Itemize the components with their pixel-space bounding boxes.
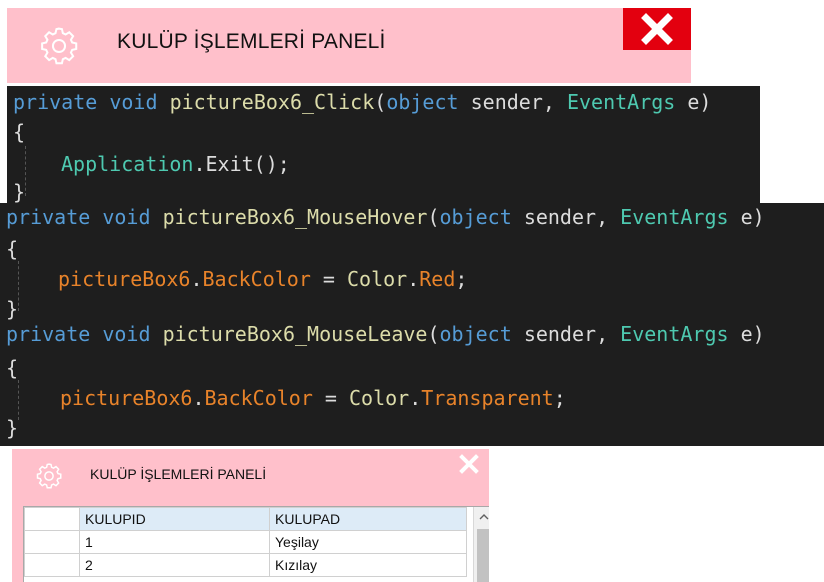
code-block-click: private void pictureBox6_Click(object se… [7,86,760,204]
code-block-mouseleave: private void pictureBox6_MouseLeave(obje… [0,320,824,446]
panel-title: KULÜP İŞLEMLERİ PANELİ [90,466,267,482]
code-signature: private void pictureBox6_MouseLeave(obje… [6,322,765,346]
close-button[interactable] [623,8,691,50]
top-panel: KULÜP İŞLEMLERİ PANELİ [7,8,691,83]
scroll-up-arrow-icon [479,514,489,520]
gear-icon [36,463,62,489]
column-header-kulupid[interactable]: KULUPID [79,507,270,531]
row-header[interactable] [24,530,80,554]
code-body: Application.Exit(); [61,152,290,176]
cell-kulupid[interactable]: 2 [79,553,270,577]
gear-icon [41,27,78,65]
code-signature: private void pictureBox6_Click(object se… [13,90,712,114]
vertical-scrollbar[interactable] [473,507,489,582]
code-body: pictureBox6.BackColor = Color.Red; [58,267,468,291]
open-brace: { [6,356,19,380]
close-icon[interactable] [457,452,481,476]
indent-guide [25,146,26,196]
panel-title: KULÜP İŞLEMLERİ PANELİ [117,30,386,53]
column-header-kulupad[interactable]: KULUPAD [269,507,467,531]
indent-guide [18,261,19,311]
cell-kulupad[interactable]: Kızılay [269,553,467,577]
open-brace: { [13,120,26,144]
grid-header-row: KULUPID KULUPAD [24,507,467,531]
cell-kulupad[interactable]: Yeşilay [269,530,467,554]
close-brace: } [6,416,19,440]
open-brace: { [6,237,19,261]
table-row[interactable]: 1 Yeşilay [24,530,467,554]
row-header-corner [24,507,80,531]
data-grid[interactable]: KULUPID KULUPAD 1 Yeşilay 2 Kızılay [23,506,489,582]
grid-table: KULUPID KULUPAD 1 Yeşilay 2 Kızılay [24,507,467,577]
table-row[interactable]: 2 Kızılay [24,553,467,577]
close-brace: } [6,297,19,321]
scroll-up-button[interactable] [474,507,489,527]
cell-kulupid[interactable]: 1 [79,530,270,554]
code-body: pictureBox6.BackColor = Color.Transparen… [60,386,566,410]
indent-guide [18,380,19,420]
bottom-panel: KULÜP İŞLEMLERİ PANELİ KULUPID KULUPAD 1… [12,449,489,582]
close-icon [641,13,673,45]
row-header[interactable] [24,553,80,577]
code-block-mousehover: private void pictureBox6_MouseHover(obje… [0,203,824,321]
scrollbar-thumb[interactable] [477,529,489,582]
code-signature: private void pictureBox6_MouseHover(obje… [6,205,765,229]
close-brace: } [13,180,26,204]
